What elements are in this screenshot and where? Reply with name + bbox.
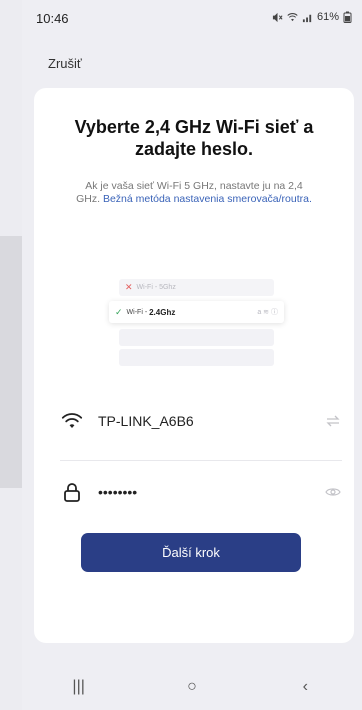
check-icon: ✓ [115,306,123,317]
status-time: 10:46 [36,11,69,26]
back-button[interactable]: ‹ [285,678,325,696]
page-title: Vyberte 2,4 GHz Wi-Fi sieť a zadajte hes… [74,117,314,159]
cancel-button[interactable]: Zrušiť [48,56,82,71]
next-step-button[interactable]: Ďalší krok [81,533,301,572]
switch-network-icon[interactable] [324,412,342,430]
wifi-setup-card: Vyberte 2,4 GHz Wi-Fi sieť a zadajte hes… [34,88,354,643]
system-navigation-bar: ||| ○ ‹ [22,664,362,710]
phone-screen: 10:46 61% Zrušiť Vyberte 2,4 GHz Wi-Fi s… [22,0,362,710]
illustration-5ghz-label: Wi-Fi - 5Ghz [136,284,176,291]
lock-icon [60,480,84,504]
illustration-row-5ghz: ✕ Wi-Fi - 5Ghz [119,279,274,296]
illustration-24ghz-bold: 2.4Ghz [149,307,176,317]
wifi-band-illustration: ✕ Wi-Fi - 5Ghz ✓ Wi-Fi - 2.4Ghz a ≋ ⓘ [109,273,284,368]
signal-icon [302,14,312,22]
wifi-icon [60,409,84,433]
battery-icon [343,11,352,23]
field-divider [60,460,342,461]
subtitle: Ak je vaša sieť Wi-Fi 5 GHz, nastavte ju… [74,180,314,206]
wifi-icon [287,12,298,21]
illustration-row-blank [119,349,274,366]
password-field[interactable]: •••••••• [60,472,342,512]
password-input[interactable]: •••••••• [98,484,324,500]
wifi-ssid-value: TP-LINK_A6B6 [98,413,194,429]
status-icons: 61% [272,11,352,23]
show-password-eye-icon[interactable] [324,483,342,501]
illustration-24ghz-prefix: Wi-Fi - [126,308,148,316]
wifi-network-field[interactable]: TP-LINK_A6B6 [60,401,342,441]
recent-apps-button[interactable]: ||| [59,678,99,696]
illustration-24ghz-icons: a ≋ ⓘ [257,309,278,316]
x-icon: ✕ [125,282,133,292]
battery-percent: 61% [316,11,339,23]
status-bar: 10:46 61% [22,0,362,36]
mute-icon [272,12,283,22]
illustration-row-blank [119,329,274,346]
router-setup-link[interactable]: Bežná metóda nastavenia smerovača/routra… [103,193,312,205]
home-button[interactable]: ○ [172,678,212,696]
illustration-row-24ghz: ✓ Wi-Fi - 2.4Ghz a ≋ ⓘ [109,301,284,323]
